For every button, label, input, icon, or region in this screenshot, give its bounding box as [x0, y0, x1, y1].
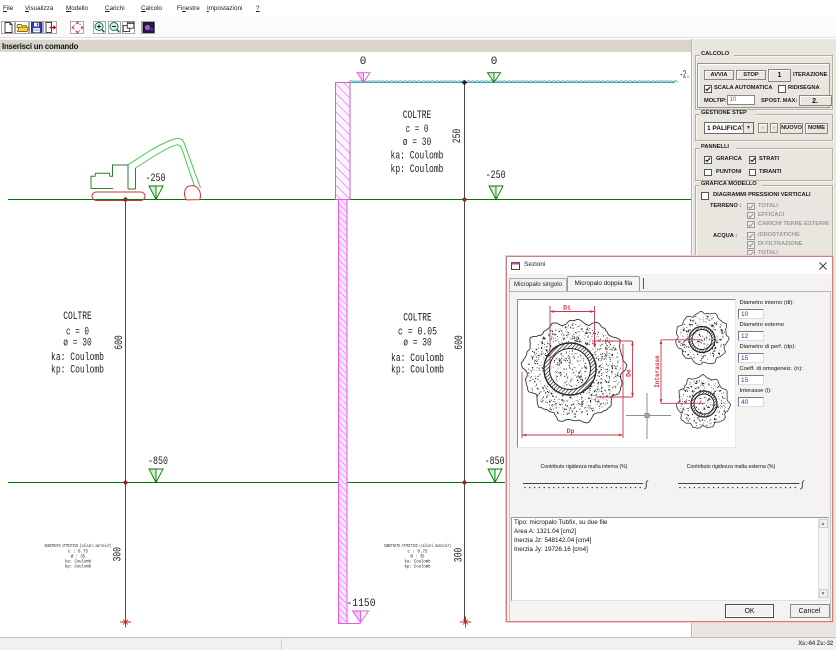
- svg-text:ø = 30: ø = 30: [403, 137, 432, 149]
- svg-text:c = 0: c = 0: [406, 124, 429, 136]
- svg-text:ka: Coulomb: ka: Coulomb: [391, 353, 444, 365]
- svg-text:kp: Coulomb: kp: Coulomb: [405, 564, 431, 570]
- svg-text:-850: -850: [485, 456, 505, 468]
- svg-text:0: 0: [491, 56, 498, 68]
- svg-text:Di: Di: [563, 305, 571, 312]
- svg-text:SUBSTRATO ATTRITIVO (calcari m: SUBSTRATO ATTRITIVO (calcari marnosi?): [384, 543, 451, 549]
- svg-text:kp: Coulomb: kp: Coulomb: [391, 164, 444, 176]
- svg-text:De: De: [626, 369, 633, 377]
- svg-text:COLTRE: COLTRE: [403, 313, 432, 325]
- svg-text:-250: -250: [486, 170, 506, 182]
- svg-text:Dp: Dp: [567, 428, 575, 435]
- svg-text:600: 600: [114, 335, 126, 350]
- svg-text:300: 300: [113, 547, 125, 562]
- svg-text:0: 0: [360, 56, 367, 68]
- svg-text:Ø : 35: Ø : 35: [71, 553, 85, 560]
- svg-text:Interasse: Interasse: [654, 355, 661, 388]
- svg-text:300: 300: [454, 548, 466, 563]
- svg-text:250: 250: [452, 129, 464, 144]
- svg-text:-1150: -1150: [347, 598, 376, 610]
- svg-text:kp: Coulomb: kp: Coulomb: [65, 564, 91, 570]
- svg-text:ka: Coulomb: ka: Coulomb: [391, 151, 444, 163]
- svg-text:Ø : 35: Ø : 35: [411, 553, 425, 560]
- svg-text:600: 600: [454, 335, 466, 350]
- svg-text:COLTRE: COLTRE: [63, 311, 92, 323]
- svg-text:SUBSTRATO ATTRITIVO (calcari m: SUBSTRATO ATTRITIVO (calcari marnosi?): [45, 543, 112, 549]
- svg-text:-250: -250: [146, 173, 166, 185]
- svg-text:ø = 30: ø = 30: [403, 338, 432, 350]
- svg-text:ø = 30: ø = 30: [63, 338, 92, 350]
- svg-text:kp: Coulomb: kp: Coulomb: [51, 365, 104, 377]
- svg-text:-2.: -2.: [680, 70, 690, 82]
- svg-text:kp: Coulomb: kp: Coulomb: [391, 365, 444, 377]
- svg-text:ka: Coulomb: ka: Coulomb: [51, 352, 104, 364]
- svg-text:-850: -850: [148, 456, 168, 468]
- svg-text:COLTRE: COLTRE: [403, 110, 432, 122]
